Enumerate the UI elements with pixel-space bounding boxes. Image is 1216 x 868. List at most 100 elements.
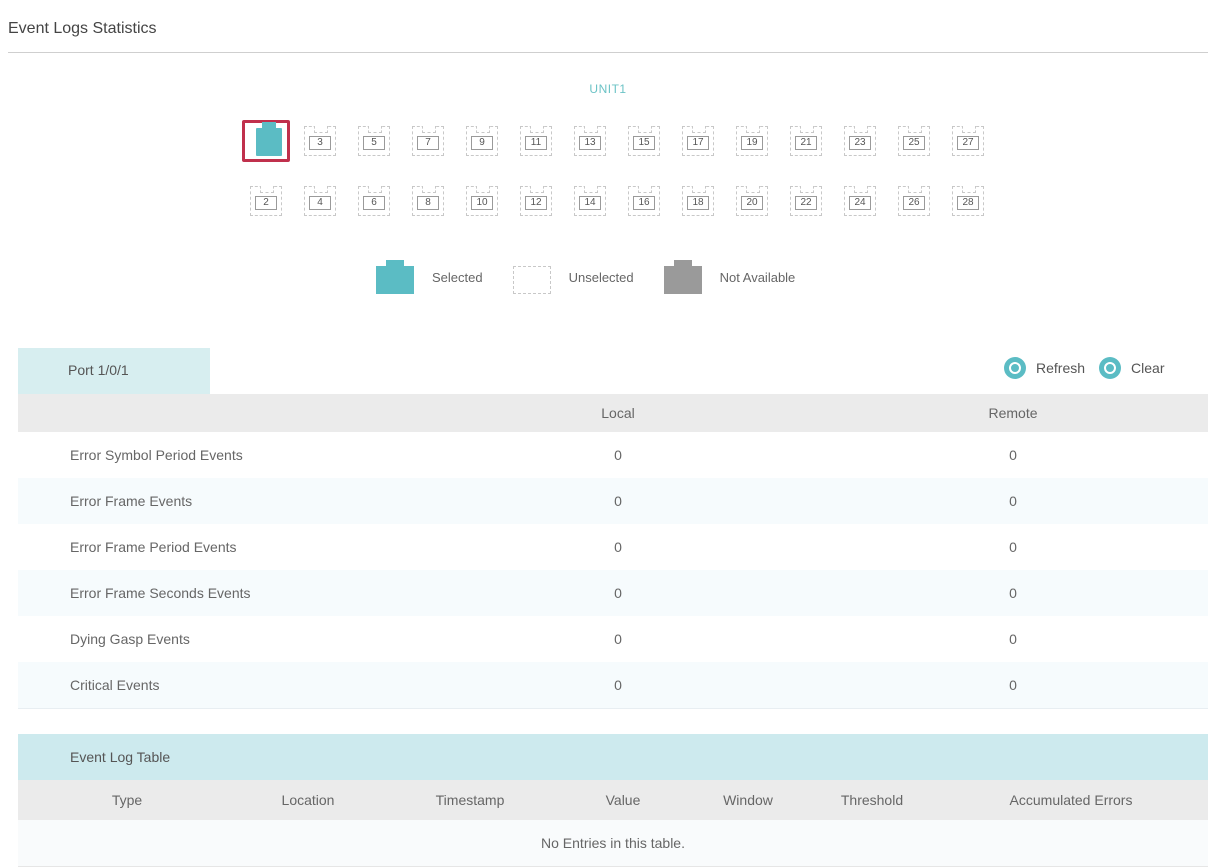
port-20[interactable]: 20 [728,180,776,222]
port-number: 14 [579,196,601,210]
remote-value: 0 [818,570,1208,616]
port-number: 19 [741,136,763,150]
port-24[interactable]: 24 [836,180,884,222]
port-number: 27 [957,136,979,150]
page-title: Event Logs Statistics [8,20,157,37]
port-21[interactable]: 21 [782,120,830,162]
port-14[interactable]: 14 [566,180,614,222]
port-legend: Selected Unselected Not Available [374,258,823,296]
refresh-icon [1004,357,1026,379]
refresh-button[interactable]: Refresh [1004,357,1085,379]
port-26[interactable]: 26 [890,180,938,222]
refresh-label: Refresh [1036,360,1086,376]
port-12[interactable]: 12 [512,180,560,222]
remote-value: 0 [818,478,1208,524]
event-name: Error Frame Seconds Events [18,570,418,616]
port-number: 25 [903,136,925,150]
clear-icon [1099,357,1122,379]
port-number: 22 [795,196,817,210]
remote-value: 0 [818,524,1208,570]
remote-value: 0 [818,662,1208,709]
clear-button[interactable]: Clear [1099,357,1165,379]
port-22[interactable]: 22 [782,180,830,222]
remote-value: 0 [818,432,1208,478]
port-number: 12 [525,196,547,210]
port-number: 24 [849,196,871,210]
port-number: 15 [633,136,655,150]
port-10[interactable]: 10 [458,180,506,222]
log-col-accumulated-errors: Accumulated Errors [934,780,1208,820]
port-number: 17 [687,136,709,150]
port-16[interactable]: 16 [620,180,668,222]
port-number: 6 [363,196,385,210]
port-number: 8 [417,196,439,210]
ethernet-port-icon [256,122,282,156]
port-number: 21 [795,136,817,150]
port-9[interactable]: 9 [458,120,506,162]
port-18[interactable]: 18 [674,180,722,222]
port-11[interactable]: 11 [512,120,560,162]
log-col-value: Value [560,780,686,820]
event-log-table-title: Event Log Table [18,734,1208,780]
legend-selected-label: Selected [432,269,483,285]
table-row: Error Frame Events 0 0 [18,478,1208,524]
selected-port-icon [374,258,416,296]
port-number: 13 [579,136,601,150]
clear-label: Clear [1131,360,1165,376]
port-number: 11 [525,136,547,150]
port-28[interactable]: 28 [944,180,992,222]
port-2[interactable]: 2 [242,180,290,222]
port-number: 2 [255,196,277,210]
table-row: Error Frame Seconds Events 0 0 [18,570,1208,616]
port-23[interactable]: 23 [836,120,884,162]
unselected-port-icon [511,258,553,296]
event-name: Error Frame Events [18,478,418,524]
port-number: 23 [849,136,871,150]
log-col-type: Type [18,780,236,820]
event-name: Error Frame Period Events [18,524,418,570]
log-col-window: Window [686,780,810,820]
port-number: 28 [957,196,979,210]
port-15[interactable]: 15 [620,120,668,162]
unit-label: UNIT1 [589,82,627,96]
port-number: 20 [741,196,763,210]
port-25[interactable]: 25 [890,120,938,162]
empty-table-message: No Entries in this table. [18,820,1208,867]
table-row: Dying Gasp Events 0 0 [18,616,1208,662]
local-value: 0 [418,616,818,662]
remote-value: 0 [818,616,1208,662]
port-4[interactable]: 4 [296,180,344,222]
empty-row: No Entries in this table. [18,820,1208,867]
table-row: Critical Events 0 0 [18,662,1208,709]
port-3[interactable]: 3 [296,120,344,162]
log-col-threshold: Threshold [810,780,934,820]
port-number: 5 [363,136,385,150]
log-col-timestamp: Timestamp [380,780,560,820]
port-number: 10 [471,196,493,210]
port-1[interactable]: 1 [242,120,290,162]
port-8[interactable]: 8 [404,180,452,222]
port-row-even: 2 4 6 8 10 12 14 16 18 20 22 24 26 28 [242,180,998,222]
port-27[interactable]: 27 [944,120,992,162]
port-row-odd: 13579111315171921232527 [242,120,998,162]
local-value: 0 [418,432,818,478]
port-5[interactable]: 5 [350,120,398,162]
port-7[interactable]: 7 [404,120,452,162]
table-row: Error Frame Period Events 0 0 [18,524,1208,570]
stats-actions: Refresh Clear [1004,357,1179,379]
port-17[interactable]: 17 [674,120,722,162]
port-number: 3 [309,136,331,150]
event-name: Critical Events [18,662,418,709]
port-number: 16 [633,196,655,210]
log-header-row: Type Location Timestamp Value Window Thr… [18,780,1208,820]
port-number: 18 [687,196,709,210]
port-6[interactable]: 6 [350,180,398,222]
port-13[interactable]: 13 [566,120,614,162]
table-row: Error Symbol Period Events 0 0 [18,432,1208,478]
port-19[interactable]: 19 [728,120,776,162]
local-value: 0 [418,478,818,524]
stats-header-local: Local [418,394,818,432]
stats-header-remote: Remote [818,394,1208,432]
port-tab[interactable]: Port 1/0/1 [18,348,210,394]
stats-header-name [18,394,418,432]
